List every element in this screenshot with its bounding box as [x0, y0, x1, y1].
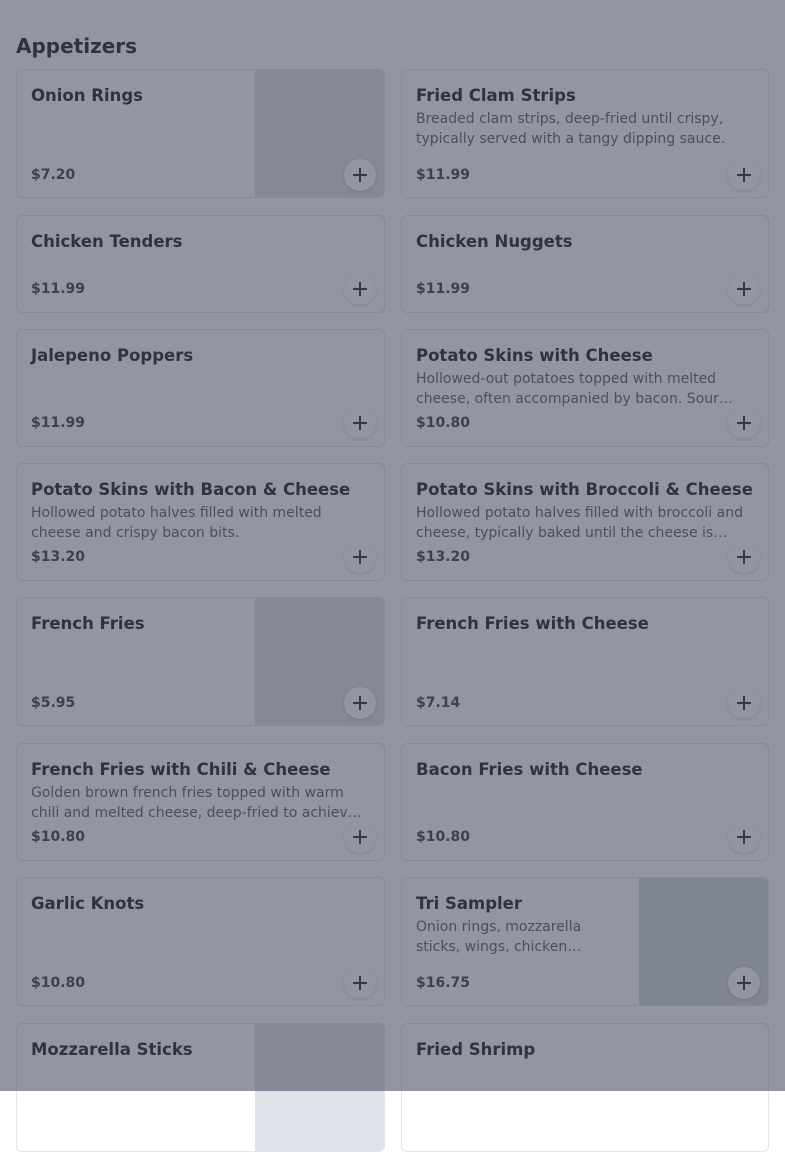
- item-name: Potato Skins with Broccoli & Cheese: [416, 480, 753, 499]
- menu-item-card[interactable]: Fried Clam Strips Breaded clam strips, d…: [401, 69, 769, 198]
- item-name: Potato Skins with Cheese: [416, 346, 653, 365]
- add-item-button[interactable]: [344, 541, 376, 573]
- add-item-button[interactable]: [728, 967, 760, 999]
- section-title: Appetizers: [16, 34, 138, 58]
- item-name: Jalepeno Poppers: [31, 346, 194, 365]
- add-item-button[interactable]: [344, 273, 376, 305]
- item-image: [255, 1024, 384, 1151]
- menu-item-card[interactable]: Potato Skins with Cheese Hollowed-out po…: [401, 329, 769, 447]
- item-name: Potato Skins with Bacon & Cheese: [31, 480, 351, 499]
- plus-icon: [353, 550, 367, 564]
- plus-icon: [353, 416, 367, 430]
- add-item-button[interactable]: [728, 687, 760, 719]
- item-name: French Fries: [31, 614, 145, 633]
- plus-icon: [737, 976, 751, 990]
- item-name: French Fries with Cheese: [416, 614, 649, 633]
- add-item-button[interactable]: [344, 821, 376, 853]
- item-description: Hollowed potato halves filled with melte…: [31, 505, 322, 541]
- item-name: Onion Rings: [31, 86, 143, 105]
- item-name: Fried Shrimp: [416, 1040, 536, 1059]
- item-description: Breaded clam strips, deep-fried until cr…: [416, 111, 726, 147]
- item-price: $10.80: [31, 829, 86, 845]
- plus-icon: [737, 696, 751, 710]
- item-name: French Fries with Chili & Cheese: [31, 760, 331, 779]
- add-item-button[interactable]: [344, 687, 376, 719]
- item-price: $10.80: [416, 829, 471, 845]
- item-price: $7.14: [416, 695, 461, 711]
- item-price: $7.20: [31, 167, 76, 183]
- plus-icon: [737, 830, 751, 844]
- menu-item-card[interactable]: Garlic Knots $10.80: [16, 877, 385, 1006]
- plus-icon: [353, 830, 367, 844]
- plus-icon: [353, 282, 367, 296]
- item-price: $11.99: [416, 281, 471, 297]
- add-item-button[interactable]: [344, 967, 376, 999]
- item-name: Bacon Fries with Cheese: [416, 760, 643, 779]
- item-description: Hollowed-out potatoes topped with melted…: [416, 371, 733, 407]
- item-price: $11.99: [31, 415, 86, 431]
- item-name: Mozzarella Sticks: [31, 1040, 193, 1059]
- item-price: $11.99: [416, 167, 471, 183]
- plus-icon: [737, 168, 751, 182]
- item-name: Chicken Nuggets: [416, 232, 573, 251]
- add-item-button[interactable]: [728, 821, 760, 853]
- menu-item-card[interactable]: Chicken Tenders $11.99: [16, 215, 385, 313]
- menu-item-card[interactable]: Jalepeno Poppers $11.99: [16, 329, 385, 447]
- item-price: $11.99: [31, 281, 86, 297]
- menu-item-card[interactable]: Potato Skins with Broccoli & Cheese Holl…: [401, 463, 769, 581]
- plus-icon: [353, 696, 367, 710]
- menu-item-card[interactable]: Bacon Fries with Cheese $10.80: [401, 743, 769, 861]
- item-price: $13.20: [416, 549, 471, 565]
- plus-icon: [737, 550, 751, 564]
- item-description: Hollowed potato halves filled with brocc…: [416, 505, 743, 541]
- item-price: $13.20: [31, 549, 86, 565]
- add-item-button[interactable]: [344, 159, 376, 191]
- menu-item-card[interactable]: Onion Rings $7.20: [16, 69, 385, 198]
- plus-icon: [353, 976, 367, 990]
- item-name: Chicken Tenders: [31, 232, 183, 251]
- plus-icon: [737, 416, 751, 430]
- menu-item-card[interactable]: Mozzarella Sticks: [16, 1023, 385, 1152]
- item-price: $5.95: [31, 695, 76, 711]
- menu-item-card[interactable]: French Fries $5.95: [16, 597, 385, 726]
- plus-icon: [353, 168, 367, 182]
- menu-item-card[interactable]: Potato Skins with Bacon & Cheese Hollowe…: [16, 463, 385, 581]
- menu-item-card[interactable]: Tri Sampler Onion rings, mozzarella stic…: [401, 877, 769, 1006]
- item-price: $10.80: [416, 415, 471, 431]
- menu-item-card[interactable]: Chicken Nuggets $11.99: [401, 215, 769, 313]
- menu-item-card[interactable]: French Fries with Cheese $7.14: [401, 597, 769, 726]
- item-price: $16.75: [416, 975, 471, 991]
- item-description: Onion rings, mozzarella sticks, wings, c…: [416, 919, 582, 955]
- item-description: Golden brown french fries topped with wa…: [31, 785, 362, 821]
- menu-item-card[interactable]: French Fries with Chili & Cheese Golden …: [16, 743, 385, 861]
- add-item-button[interactable]: [344, 407, 376, 439]
- menu-item-card[interactable]: Fried Shrimp: [401, 1023, 769, 1152]
- plus-icon: [737, 282, 751, 296]
- add-item-button[interactable]: [728, 541, 760, 573]
- item-price: $10.80: [31, 975, 86, 991]
- add-item-button[interactable]: [728, 273, 760, 305]
- item-name: Garlic Knots: [31, 894, 145, 913]
- item-name: Tri Sampler: [416, 894, 522, 913]
- add-item-button[interactable]: [728, 159, 760, 191]
- add-item-button[interactable]: [728, 407, 760, 439]
- item-name: Fried Clam Strips: [416, 86, 576, 105]
